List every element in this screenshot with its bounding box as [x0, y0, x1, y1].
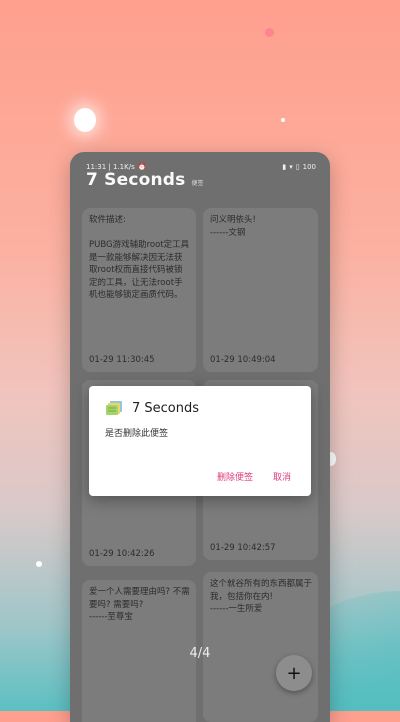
app-title: 7 Seconds [86, 170, 186, 190]
note-time: 01-29 11:30:45 [89, 355, 155, 365]
dialog-actions: 删除便签 取消 [217, 470, 291, 483]
delete-dialog: 7 Seconds 是否删除此便签 删除便签 取消 [89, 386, 311, 496]
wifi-icon: ▾ [289, 163, 293, 171]
light-orb [36, 561, 42, 567]
dialog-message: 是否删除此便签 [105, 429, 169, 439]
page-indicator: 4/4 [189, 646, 211, 661]
notes-app-icon [106, 401, 122, 415]
app-subtitle: 便签 [191, 180, 204, 187]
signal-icon: ▮ [282, 163, 287, 171]
app-bar: 7 Seconds 便签 [86, 170, 203, 190]
cancel-button[interactable]: 取消 [273, 470, 291, 483]
add-note-button[interactable]: + [276, 655, 312, 691]
light-orb [74, 108, 96, 132]
note-time: 01-29 10:49:04 [210, 355, 276, 365]
note-text: 软件描述: PUBG游戏辅助root定工具是一款能够解决因无法获取root权而直… [89, 215, 190, 300]
battery-level: 100 [302, 163, 316, 171]
note-time: 01-29 10:42:26 [89, 549, 155, 559]
dialog-header: 7 Seconds [106, 400, 199, 416]
note-text: 问义明依头! ------文钢 [210, 215, 256, 238]
battery-icon: ▯ [295, 163, 300, 171]
light-orb [281, 118, 285, 122]
note-text: 爱一个人需要理由吗? 不需要吗? 需要吗? ------至尊宝 [89, 587, 190, 622]
note-card[interactable]: 软件描述: PUBG游戏辅助root定工具是一款能够解决因无法获取root权而直… [82, 208, 196, 372]
dialog-title: 7 Seconds [132, 400, 200, 416]
note-card[interactable]: 问义明依头! ------文钢 01-29 10:49:04 [203, 208, 318, 372]
delete-note-button[interactable]: 删除便签 [217, 470, 253, 483]
note-text: 这个就谷所有的东西都属于我，包括你在内! ------一生所爱 [210, 579, 313, 614]
note-time: 01-29 10:42:57 [210, 543, 276, 553]
light-orb [265, 28, 274, 37]
